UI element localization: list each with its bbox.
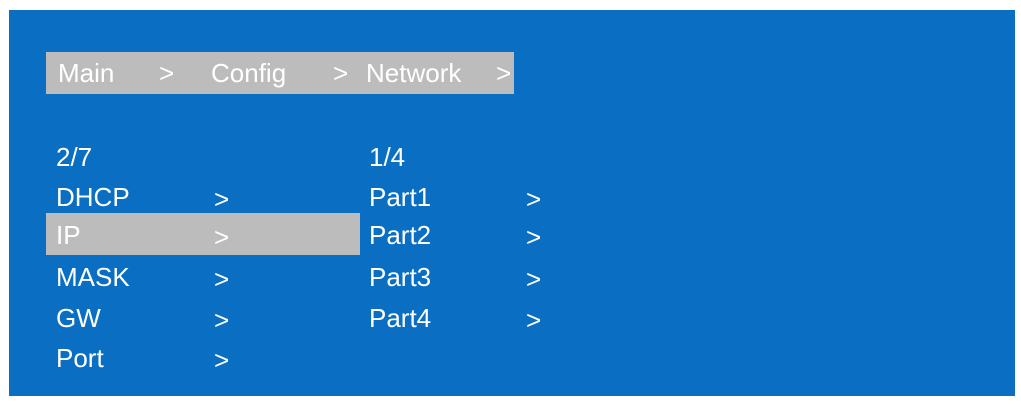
menu-item-label: IP (56, 220, 81, 250)
breadcrumb-separator: > (333, 58, 349, 88)
menu-item-label: MASK (56, 262, 130, 292)
breadcrumb: Main > Config > Network > (46, 52, 514, 94)
menu-item-label: Part4 (369, 303, 432, 333)
chevron-right-icon: > (526, 184, 542, 214)
menu-item-label: Part2 (369, 220, 432, 250)
chevron-right-icon: > (526, 222, 542, 252)
right-page-indicator: 1/4 (369, 142, 406, 172)
chevron-right-icon: > (214, 184, 230, 214)
breadcrumb-config[interactable]: Config (211, 59, 286, 87)
breadcrumb-separator: > (159, 58, 175, 88)
menu-item-label: DHCP (56, 182, 130, 212)
menu-item-label: Part3 (369, 262, 432, 292)
osd-menu-screen: Main > Config > Network > 2/7 DHCP > IP … (9, 10, 1015, 396)
menu-item-label: GW (56, 303, 101, 333)
menu-item-label: Port (56, 343, 104, 373)
chevron-right-icon: > (214, 345, 230, 375)
breadcrumb-separator: > (496, 58, 512, 88)
menu-item-label: Part1 (369, 182, 432, 212)
chevron-right-icon: > (526, 264, 542, 294)
selection-highlight (46, 213, 360, 255)
left-page-indicator: 2/7 (56, 142, 93, 172)
breadcrumb-network[interactable]: Network (366, 59, 461, 87)
breadcrumb-main[interactable]: Main (58, 59, 114, 87)
chevron-right-icon: > (214, 222, 230, 252)
chevron-right-icon: > (526, 305, 542, 335)
chevron-right-icon: > (214, 305, 230, 335)
chevron-right-icon: > (214, 264, 230, 294)
